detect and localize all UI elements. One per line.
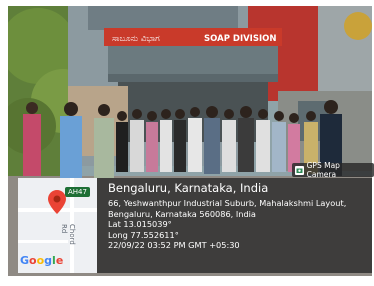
sign-kannada-text: ಸಾಬೂನು ವಿಭಾಗ xyxy=(112,34,160,44)
mini-map: AH47 Chord Rd Google xyxy=(18,178,97,273)
sign-english-text: SOAP DIVISION xyxy=(204,34,276,44)
location-title: Bengaluru, Karnataka, India xyxy=(108,181,269,195)
gps-badge-label: GPS Map Camera xyxy=(306,161,340,179)
camera-icon xyxy=(295,165,304,175)
location-details: Bengaluru, Karnataka, India 66, Yeshwant… xyxy=(108,181,346,251)
road-label: Chord Rd xyxy=(60,224,76,245)
google-logo: Google xyxy=(20,254,64,267)
map-pin-icon xyxy=(48,190,66,214)
address-line-2: Bengaluru, Karnataka 560086, India xyxy=(108,208,256,219)
gps-map-camera-badge: GPS Map Camera xyxy=(292,161,374,179)
geotag-photo-frame: ಸಾಬೂನು ವಿಭಾಗ SOAP DIVISION GPS Map Camer… xyxy=(0,0,374,286)
highway-shield: AH47 xyxy=(65,187,90,197)
timestamp-text: 22/09/22 03:52 PM GMT +05:30 xyxy=(108,240,240,250)
address-line-1: 66, Yeshwanthpur Industrial Suburb, Maha… xyxy=(108,198,347,208)
longitude-text: Long 77.552611° xyxy=(108,229,179,240)
latitude-text: Lat 13.015039° xyxy=(108,219,172,229)
